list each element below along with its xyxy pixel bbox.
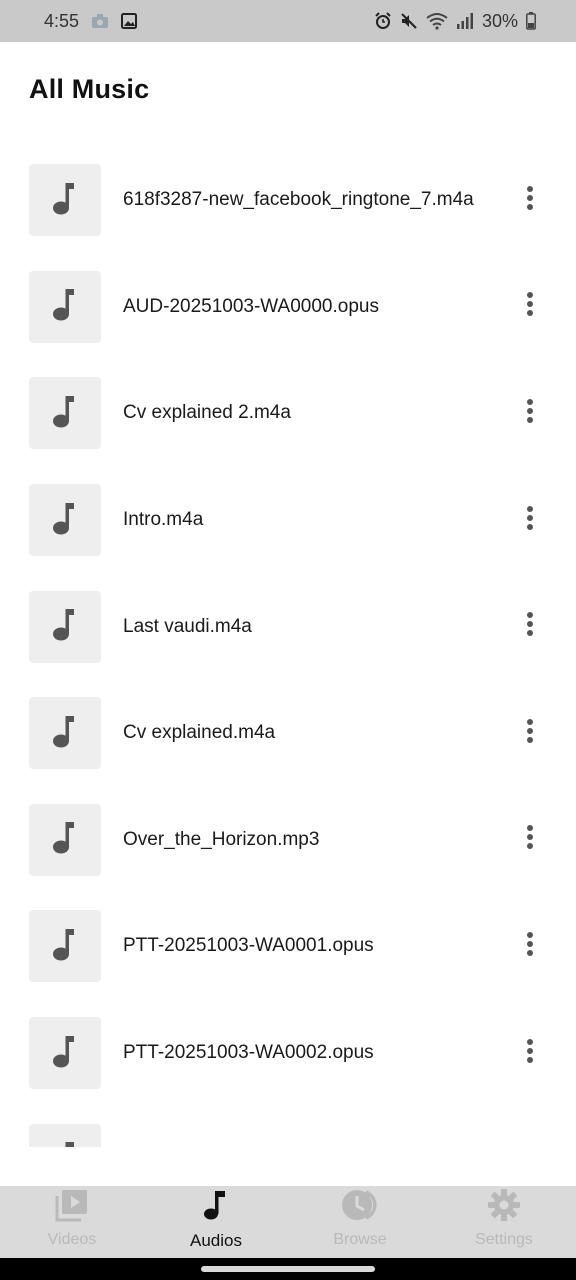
nav-label-videos: Videos: [47, 1231, 97, 1248]
music-note-icon: [52, 394, 78, 433]
gallery-icon: [121, 13, 138, 29]
more-vert-icon: [526, 1038, 534, 1069]
more-vert-icon: [526, 931, 534, 962]
music-note-icon: [52, 501, 78, 540]
nav-browse[interactable]: Browse: [288, 1186, 432, 1258]
list-item[interactable]: [0, 1106, 576, 1147]
audio-thumbnail: [29, 484, 101, 557]
more-vert-icon: [526, 505, 534, 536]
nav-label-settings: Settings: [475, 1231, 533, 1248]
more-options-button[interactable]: [514, 1033, 546, 1073]
more-vert-icon: [526, 291, 534, 322]
alarm-icon: [374, 12, 392, 30]
bottom-navigation: Videos Audios Browse Settings: [0, 1186, 576, 1258]
more-vert-icon: [526, 718, 534, 749]
gear-icon: [487, 1188, 521, 1227]
nav-label-browse: Browse: [333, 1231, 387, 1248]
audio-title: PTT-20251003-WA0001.opus: [123, 935, 374, 957]
more-options-button[interactable]: [514, 926, 546, 966]
audio-title: Over_the_Horizon.mp3: [123, 828, 320, 850]
music-note-icon: [52, 820, 78, 859]
audio-title: Last vaudi.m4a: [123, 615, 252, 637]
music-note-icon: [52, 1140, 78, 1147]
more-options-button[interactable]: [514, 287, 546, 327]
list-item[interactable]: Cv explained.m4a: [0, 680, 576, 787]
more-vert-icon: [526, 398, 534, 429]
page-title: All Music: [29, 74, 150, 104]
history-icon: [340, 1188, 380, 1227]
more-options-button[interactable]: [514, 500, 546, 540]
camera-icon: [91, 13, 109, 29]
audio-thumbnail: [29, 270, 101, 343]
audio-thumbnail: [29, 910, 101, 983]
status-bar: 4:55 30%: [0, 0, 576, 42]
audio-thumbnail: [29, 1017, 101, 1090]
music-note-icon: [52, 1034, 78, 1073]
music-note-icon: [52, 181, 78, 220]
list-item[interactable]: Last vaudi.m4a: [0, 573, 576, 680]
more-options-button[interactable]: [514, 180, 546, 220]
nav-label-audios: Audios: [190, 1231, 242, 1250]
audio-title: 618f3287-new_facebook_ringtone_7.m4a: [123, 189, 474, 211]
music-list[interactable]: 618f3287-new_facebook_ringtone_7.m4a AUD-…: [0, 147, 576, 1147]
battery-percent: 30%: [481, 10, 518, 31]
battery-icon: [526, 12, 536, 30]
more-options-button[interactable]: [514, 713, 546, 753]
audio-title: AUD-20251003-WA0000.opus: [123, 295, 379, 317]
home-gesture-handle[interactable]: [201, 1266, 375, 1272]
audio-thumbnail: [29, 164, 101, 237]
more-options-button[interactable]: [514, 393, 546, 433]
list-item[interactable]: 618f3287-new_facebook_ringtone_7.m4a: [0, 147, 576, 254]
signal-icon: [456, 12, 474, 30]
audio-thumbnail: [29, 803, 101, 876]
nav-videos[interactable]: Videos: [0, 1186, 144, 1258]
music-note-icon: [52, 714, 78, 753]
more-vert-icon: [526, 824, 534, 855]
music-note-icon: [199, 1188, 233, 1227]
more-options-button[interactable]: [514, 820, 546, 860]
music-note-icon: [52, 607, 78, 646]
video-library-icon: [55, 1188, 89, 1227]
audio-thumbnail: [29, 377, 101, 450]
nav-audios[interactable]: Audios: [144, 1186, 288, 1258]
audio-thumbnail: [29, 590, 101, 663]
list-item[interactable]: Over_the_Horizon.mp3: [0, 787, 576, 894]
music-note-icon: [52, 927, 78, 966]
more-vert-icon: [526, 611, 534, 642]
audio-title: Intro.m4a: [123, 509, 204, 531]
audio-title: PTT-20251003-WA0002.opus: [123, 1042, 374, 1064]
audio-thumbnail: [29, 697, 101, 770]
audio-thumbnail: [29, 1123, 101, 1147]
audio-title: Cv explained 2.m4a: [123, 402, 291, 424]
more-vert-icon: [526, 185, 534, 216]
nav-settings[interactable]: Settings: [432, 1186, 576, 1258]
list-item[interactable]: AUD-20251003-WA0000.opus: [0, 254, 576, 361]
list-item[interactable]: PTT-20251003-WA0002.opus: [0, 1000, 576, 1107]
wifi-icon: [426, 12, 448, 30]
list-item[interactable]: Cv explained 2.m4a: [0, 360, 576, 467]
music-note-icon: [52, 287, 78, 326]
status-time: 4:55: [44, 10, 80, 31]
mute-icon: [400, 12, 418, 30]
system-gesture-bar: [0, 1258, 576, 1280]
more-options-button[interactable]: [514, 607, 546, 647]
list-item[interactable]: PTT-20251003-WA0001.opus: [0, 893, 576, 1000]
list-item[interactable]: Intro.m4a: [0, 467, 576, 574]
audio-title: Cv explained.m4a: [123, 722, 276, 744]
